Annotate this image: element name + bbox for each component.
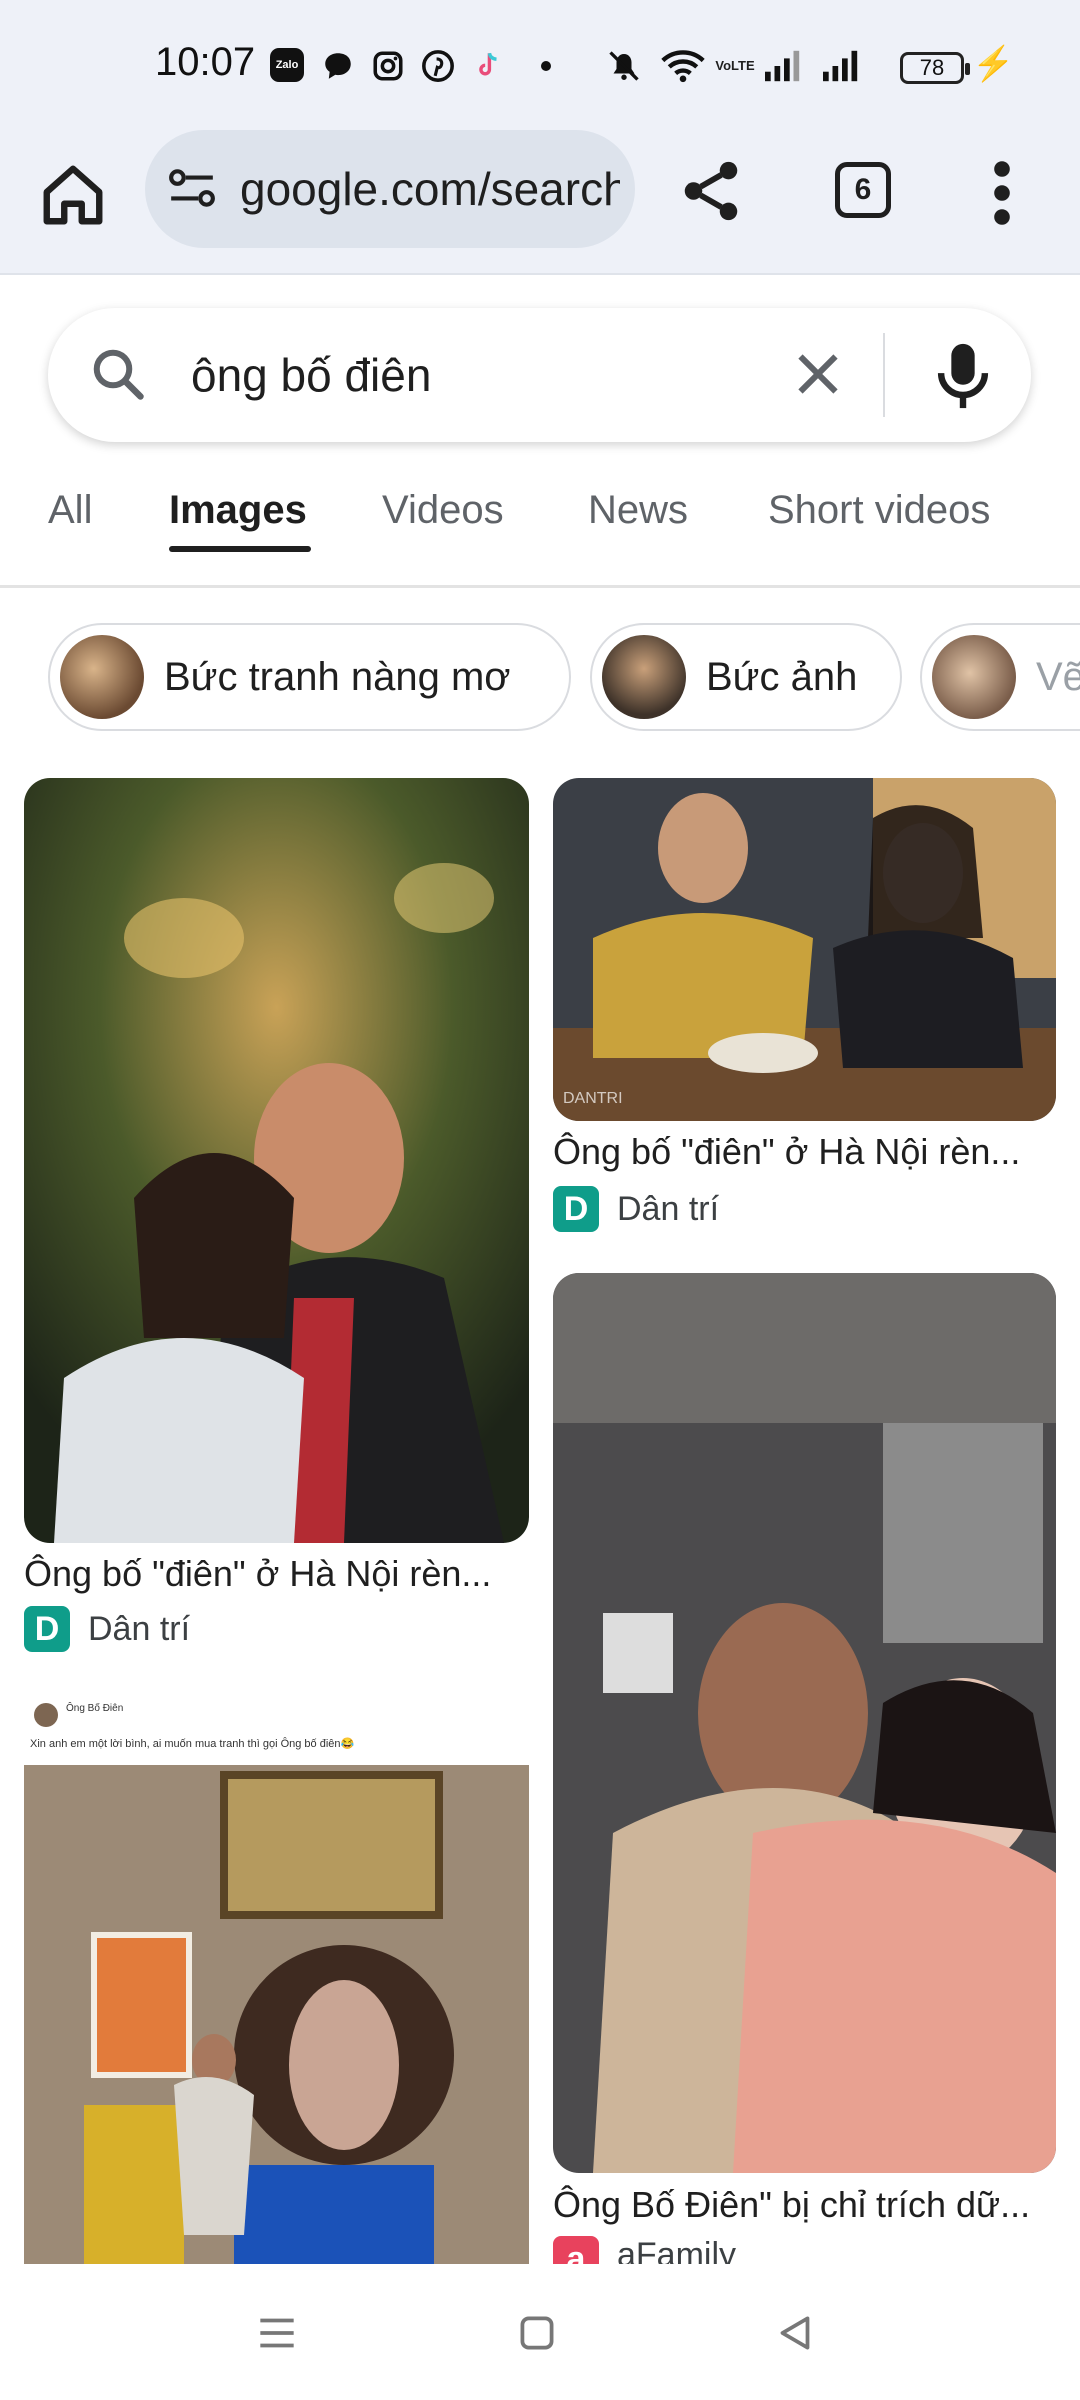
result-title[interactable]: Ông bố "điên" ở Hà Nội rèn... [24,1553,491,1595]
result-image[interactable]: Ông Bố Điên Xin anh em một lời bình, ai … [24,1695,529,2265]
url-text[interactable]: google.com/search [240,162,620,216]
mute-icon [600,48,648,84]
signal-icon [764,48,804,84]
chip-buc-tranh-nang-mo[interactable]: Bức tranh nàng mơ [48,623,571,731]
result-image[interactable] [553,1273,1056,2173]
search-tabs: All Images Videos News Short videos [0,470,1080,588]
address-bar[interactable]: google.com/search [145,130,635,248]
clear-icon[interactable] [788,344,848,404]
result-photo [24,778,529,1543]
result-source[interactable]: D Dân trí [24,1606,190,1652]
chip-thumbnail [60,635,144,719]
search-box[interactable]: ông bố điên [48,308,1031,442]
system-navigation-bar [0,2264,1080,2400]
avatar [34,1703,58,1727]
dan-tri-logo: D [24,1606,70,1652]
back-icon[interactable] [770,2308,820,2358]
browser-toolbar: google.com/search 6 [0,130,1080,275]
home-nav-icon[interactable] [512,2308,562,2358]
chip-thumbnail [602,635,686,719]
related-search-chips: Bức tranh nàng mơ Bức ảnh Vẽ [0,615,1080,745]
result-title[interactable]: Ông bố "điên" ở Hà Nội rèn... [553,1131,1020,1173]
pinterest-icon [420,48,456,84]
microphone-icon[interactable] [928,338,998,414]
result-image[interactable]: DANTRI [553,778,1056,1121]
post-photo [24,1765,529,2265]
tiktok-icon [470,48,506,84]
recent-apps-icon[interactable] [252,2308,302,2358]
dan-tri-logo: D [553,1186,599,1232]
chip-buc-anh[interactable]: Bức ảnh [590,623,902,731]
chip-thumbnail [932,635,1016,719]
chat-bubble-icon [320,48,356,84]
zalo-icon: Zalo [270,48,304,82]
search-input[interactable]: ông bố điên [191,348,431,402]
result-title[interactable]: Ông Bố Điên" bị chỉ trích dữ... [553,2184,1030,2226]
tab-news[interactable]: News [588,488,688,533]
site-settings-icon[interactable] [167,166,217,210]
source-name: aFamily [617,2236,737,2264]
source-name: Dân trí [88,1609,191,1648]
more-options-icon[interactable] [990,160,1014,226]
divider [883,333,885,417]
charging-icon: ⚡ [972,45,1015,83]
afamily-logo: a [553,2236,599,2264]
chip-label: Bức tranh nàng mơ [164,654,511,699]
battery-indicator: 78 [900,52,970,84]
tab-videos[interactable]: Videos [382,488,504,533]
wifi-icon [660,48,706,84]
chip-ve[interactable]: Vẽ [920,623,1080,731]
clock: 10:07 [155,40,256,84]
search-icon [88,344,148,404]
source-name: Dân trí [617,1189,720,1228]
notification-dot-icon [538,48,554,84]
tab-short-videos[interactable]: Short videos [768,488,990,533]
active-tab-indicator [169,546,311,552]
result-source[interactable]: a aFamily [553,2236,736,2264]
tab-all[interactable]: All [48,488,92,533]
tab-images[interactable]: Images [169,488,307,533]
post-header: Ông Bố Điên Xin anh em một lời bình, ai … [24,1695,529,1765]
chip-label: Vẽ [1036,654,1080,699]
volte-icon: VoLTE [715,58,755,73]
result-image[interactable] [24,778,529,1543]
status-bar: 10:07 Zalo VoLTE 78 ⚡ [0,0,1080,130]
watermark: DANTRI [563,1090,623,1107]
result-photo [553,1273,1056,2173]
result-source[interactable]: D Dân trí [553,1186,719,1232]
tab-switcher-button[interactable]: 6 [835,162,891,218]
signal-icon [822,48,862,84]
post-caption: Xin anh em một lời bình, ai muốn mua tra… [30,1738,355,1750]
result-photo: DANTRI [553,778,1056,1121]
chip-label: Bức ảnh [706,654,858,699]
post-author: Ông Bố Điên [66,1703,124,1714]
instagram-icon [370,48,406,84]
home-button[interactable] [38,160,108,230]
share-button[interactable] [676,156,746,226]
